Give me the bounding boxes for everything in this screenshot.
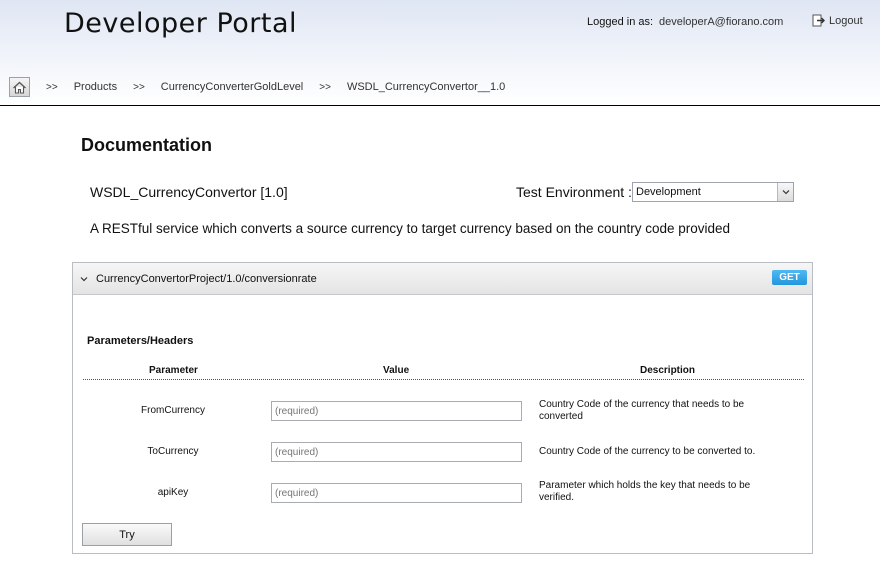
try-button[interactable]: Try xyxy=(82,523,172,546)
endpoint-panel: CurrencyConvertorProject/1.0/conversionr… xyxy=(72,262,813,554)
portal-title: Developer Portal xyxy=(64,8,298,39)
breadcrumb: >> Products >> CurrencyConverterGoldLeve… xyxy=(9,77,505,97)
param-name-tocurrency: ToCurrency xyxy=(147,446,199,457)
home-icon xyxy=(13,81,26,94)
logout-icon xyxy=(812,14,825,27)
logout-label: Logout xyxy=(829,14,863,27)
fromcurrency-input[interactable] xyxy=(271,401,522,421)
param-name-fromcurrency: FromCurrency xyxy=(141,405,205,416)
tocurrency-input[interactable] xyxy=(271,442,522,462)
logged-in-user: developerA@fiorano.com xyxy=(659,16,784,28)
page-title: Documentation xyxy=(81,135,213,155)
column-header-parameter: Parameter xyxy=(149,365,198,376)
endpoint-header[interactable]: CurrencyConvertorProject/1.0/conversionr… xyxy=(73,263,812,295)
apikey-input[interactable] xyxy=(271,483,522,503)
test-environment-value: Development xyxy=(636,186,701,198)
column-header-description: Description xyxy=(640,365,696,376)
breadcrumb-products[interactable]: Products xyxy=(74,81,117,93)
breadcrumb-separator: >> xyxy=(319,81,331,93)
param-description-tocurrency: Country Code of the currency to be conve… xyxy=(539,446,756,457)
breadcrumb-api[interactable]: WSDL_CurrencyConvertor__1.0 xyxy=(347,81,505,93)
column-header-value: Value xyxy=(383,365,410,376)
api-name: WSDL_CurrencyConvertor [1.0] xyxy=(90,184,288,200)
test-environment-select[interactable]: Development xyxy=(632,182,794,202)
header-divider xyxy=(83,379,804,380)
portal-header: Developer Portal Logged in as: developer… xyxy=(0,0,880,106)
breadcrumb-product-level[interactable]: CurrencyConverterGoldLevel xyxy=(161,81,303,93)
param-name-apikey: apiKey xyxy=(157,487,189,498)
logged-in-label: Logged in as: xyxy=(587,16,654,28)
endpoint-path: CurrencyConvertorProject/1.0/conversionr… xyxy=(96,272,317,285)
parameters-heading: Parameters/Headers xyxy=(87,335,194,347)
param-description-apikey: Parameter which holds the key that needs… xyxy=(539,480,751,503)
api-description: A RESTful service which converts a sourc… xyxy=(90,221,731,236)
http-method-badge[interactable]: GET xyxy=(772,270,807,285)
chevron-down-icon[interactable] xyxy=(777,183,793,201)
breadcrumb-separator: >> xyxy=(46,81,58,93)
param-description-fromcurrency: Country Code of the currency that needs … xyxy=(539,399,745,422)
chevron-down-icon[interactable] xyxy=(79,274,89,284)
home-button[interactable] xyxy=(9,77,30,97)
breadcrumb-separator: >> xyxy=(133,81,145,93)
test-environment-label: Test Environment : xyxy=(516,184,632,200)
logout-link[interactable]: Logout xyxy=(812,14,863,27)
